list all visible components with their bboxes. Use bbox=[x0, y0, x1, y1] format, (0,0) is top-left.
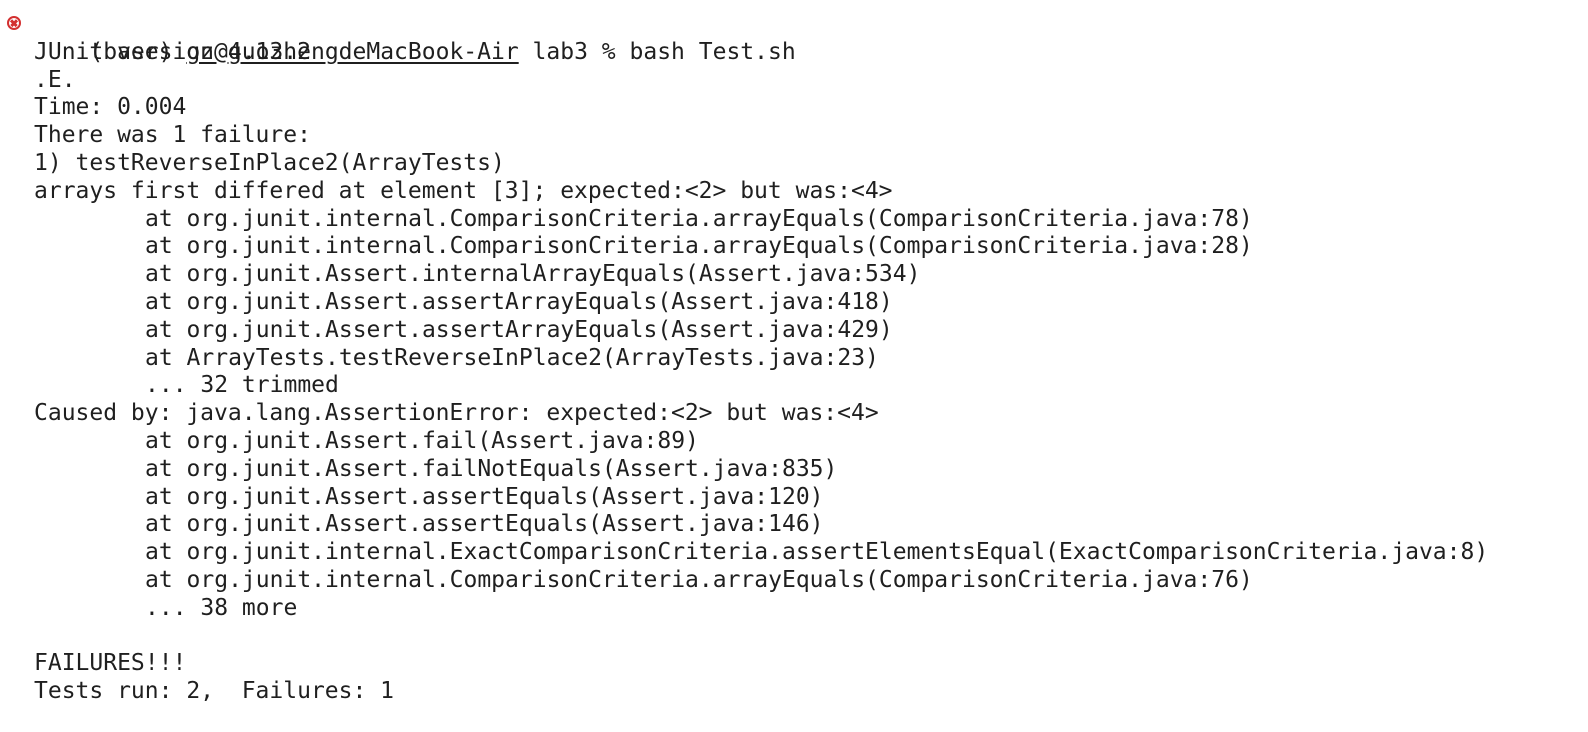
failure-summary-line: There was 1 failure: bbox=[34, 122, 311, 149]
stack-frame: at org.junit.Assert.internalArrayEquals(… bbox=[145, 261, 921, 288]
stack-frame: at org.junit.Assert.assertArrayEquals(As… bbox=[145, 316, 893, 343]
stack-frame: at org.junit.internal.ComparisonCriteria… bbox=[145, 233, 1253, 260]
prompt-line: (base) gz@guozhengdeMacBook-Air lab3 % b… bbox=[0, 11, 1588, 65]
stack-frame: at org.junit.Assert.assertEquals(Assert.… bbox=[145, 483, 824, 510]
failure-message-line: arrays first differed at element [3]; ex… bbox=[34, 177, 893, 204]
caused-by-line: Caused by: java.lang.AssertionError: exp… bbox=[34, 400, 879, 427]
result-summary-line: Tests run: 2, Failures: 1 bbox=[34, 678, 395, 705]
stack-frame: at org.junit.Assert.failNotEquals(Assert… bbox=[145, 455, 838, 482]
error-status-icon[interactable] bbox=[7, 16, 21, 30]
time-line: Time: 0.004 bbox=[34, 94, 187, 121]
failures-banner-line: FAILURES!!! bbox=[34, 650, 187, 677]
stack-frame: at org.junit.internal.ComparisonCriteria… bbox=[145, 566, 1253, 593]
failure-title-line: 1) testReverseInPlace2(ArrayTests) bbox=[34, 149, 505, 176]
junit-version-line: JUnit version 4.13.2 bbox=[34, 38, 311, 65]
stack-frame: at org.junit.Assert.assertArrayEquals(As… bbox=[145, 288, 893, 315]
stack-frame: at org.junit.Assert.assertEquals(Assert.… bbox=[145, 511, 824, 538]
stack-frame: at ArrayTests.testReverseInPlace2(ArrayT… bbox=[145, 344, 879, 371]
stack-frame: at org.junit.Assert.fail(Assert.java:89) bbox=[145, 427, 699, 454]
stack-frame: at org.junit.internal.ExactComparisonCri… bbox=[145, 539, 1489, 566]
terminal-output[interactable]: (base) gz@guozhengdeMacBook-Air lab3 % b… bbox=[0, 0, 1588, 732]
stack-more-line: ... 38 more bbox=[145, 594, 298, 621]
stack-trimmed-line: ... 32 trimmed bbox=[145, 372, 339, 399]
progress-line: .E. bbox=[34, 66, 76, 93]
stack-frame: at org.junit.internal.ComparisonCriteria… bbox=[145, 205, 1253, 232]
